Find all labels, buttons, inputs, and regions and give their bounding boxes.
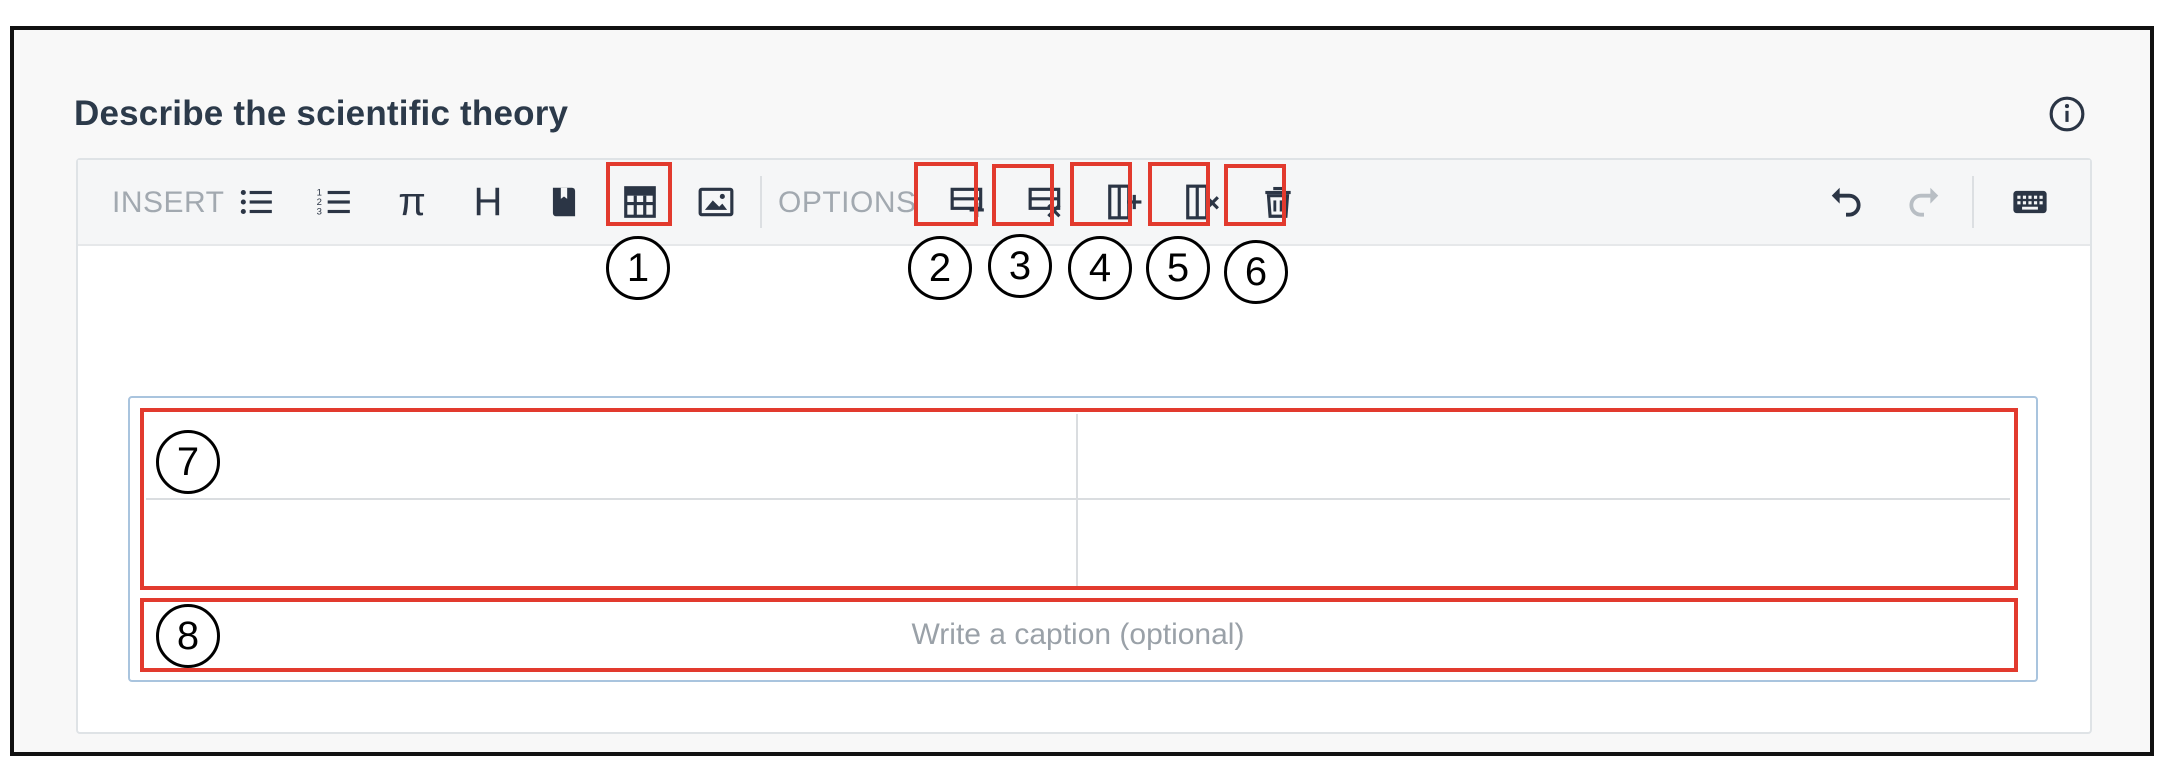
keyboard-button[interactable] [2006, 178, 2054, 226]
insert-image-button[interactable] [692, 178, 740, 226]
keyboard-icon [2013, 190, 2047, 214]
toolbar-divider [760, 176, 762, 228]
bulleted-list-button[interactable] [232, 178, 280, 226]
callout-5: 5 [1146, 236, 1210, 300]
page-title: Describe the scientific theory [74, 94, 569, 133]
numbered-list-button[interactable]: 1 2 3 [310, 178, 358, 226]
redo-button[interactable] [1900, 178, 1948, 226]
pi-icon: π [398, 179, 426, 224]
highlight-delete-table [1224, 164, 1286, 226]
image-icon [698, 187, 734, 217]
bookmark-icon [552, 187, 576, 217]
svg-text:3: 3 [317, 207, 322, 218]
highlight-caption [140, 598, 2018, 672]
undo-button[interactable] [1822, 178, 1870, 226]
highlight-table-button [606, 162, 672, 226]
highlight-add-column [1070, 162, 1132, 226]
highlight-delete-row [992, 164, 1054, 226]
callout-1: 1 [606, 236, 670, 300]
callout-6: 6 [1224, 240, 1288, 304]
undo-icon [1831, 187, 1861, 217]
highlight-table-cells [140, 408, 2018, 590]
callout-3: 3 [988, 234, 1052, 298]
numbered-list-icon: 1 2 3 [317, 188, 350, 218]
bullet-list-icon [240, 189, 272, 215]
toolbar-divider-right [1972, 176, 1974, 228]
highlight-delete-column [1148, 162, 1210, 226]
callout-2: 2 [908, 236, 972, 300]
math-button[interactable]: π [388, 178, 436, 226]
citation-button[interactable] [540, 178, 588, 226]
callout-4: 4 [1068, 236, 1132, 300]
heading-icon: H [473, 179, 503, 224]
info-icon[interactable] [2048, 95, 2086, 133]
callout-8: 8 [156, 604, 220, 668]
options-label: OPTIONS [778, 186, 917, 219]
callout-7: 7 [156, 430, 220, 494]
heading-button[interactable]: H [464, 178, 512, 226]
redo-icon [1909, 187, 1939, 217]
highlight-add-row [914, 162, 978, 226]
insert-label: INSERT [112, 186, 225, 219]
